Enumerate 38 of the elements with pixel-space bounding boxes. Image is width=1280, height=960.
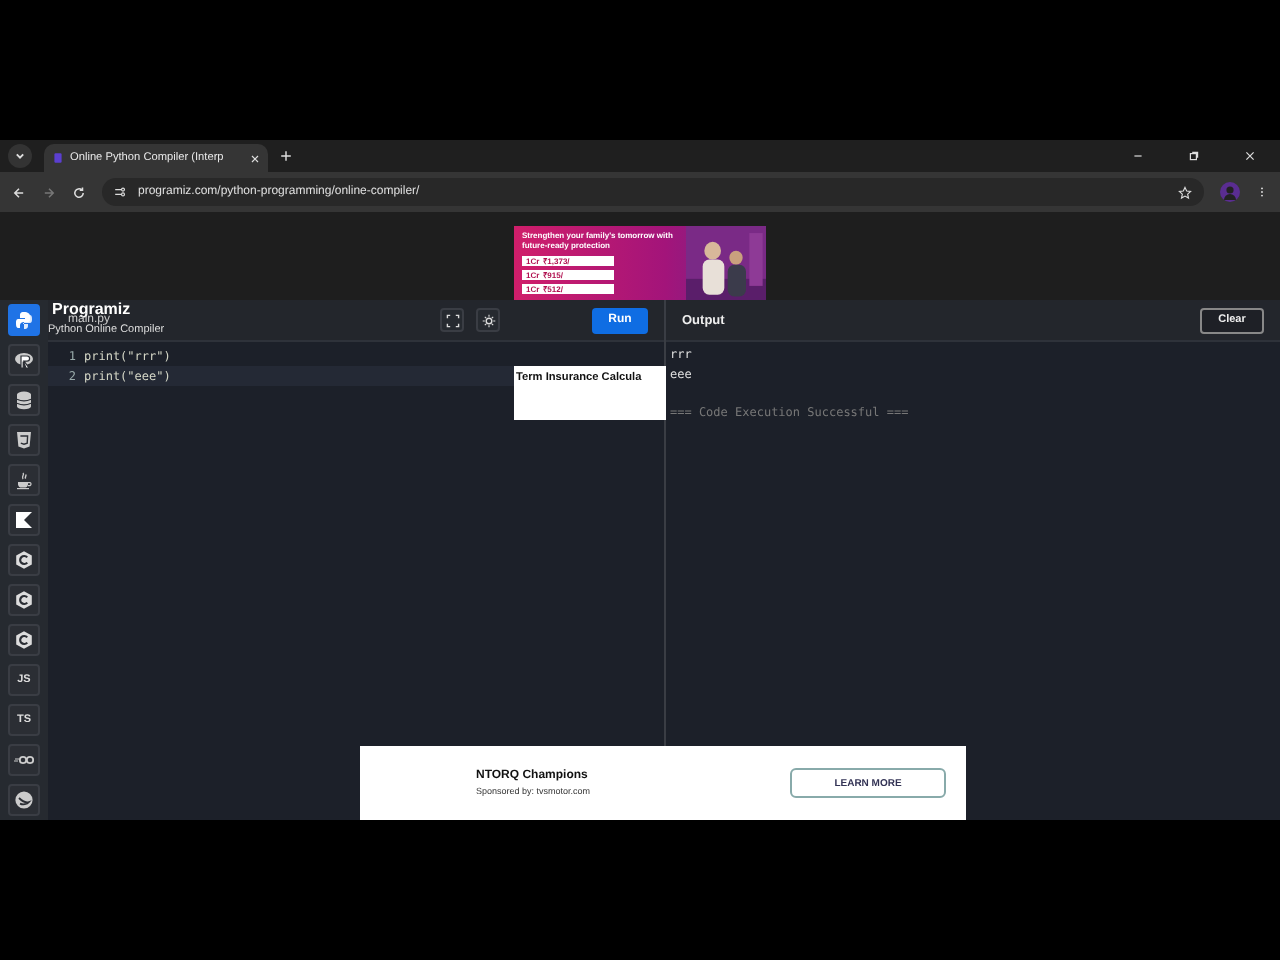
language-button[interactable] — [8, 344, 40, 376]
back-icon — [12, 185, 26, 199]
language-button[interactable] — [8, 384, 40, 416]
language-button[interactable] — [8, 544, 40, 576]
tab-search-button[interactable] — [8, 144, 32, 168]
language-button[interactable] — [8, 464, 40, 496]
database-icon — [14, 390, 34, 410]
shield-icon — [14, 430, 34, 450]
close-icon — [1244, 150, 1256, 162]
fullscreen-button[interactable] — [440, 308, 464, 332]
language-button[interactable] — [8, 504, 40, 536]
python-icon — [14, 310, 34, 330]
theme-toggle-button[interactable] — [476, 308, 500, 332]
coffee-cup-icon — [14, 470, 34, 490]
hexagon-c-icon — [14, 590, 34, 610]
sun-icon — [481, 313, 495, 327]
r-logo-icon — [14, 350, 34, 370]
forward-icon — [42, 185, 56, 199]
reload-icon — [72, 185, 86, 199]
hexagon-c-icon — [14, 630, 34, 650]
language-button[interactable] — [8, 424, 40, 456]
language-button[interactable] — [8, 744, 40, 776]
go-logo-icon — [14, 750, 34, 770]
language-button[interactable] — [8, 584, 40, 616]
chevron-down-icon — [12, 148, 28, 164]
new-tab-icon — [280, 150, 292, 162]
language-button[interactable] — [8, 624, 40, 656]
bird-logo-icon — [14, 790, 34, 810]
kotlin-logo-icon — [14, 510, 34, 530]
minimize-icon — [1132, 150, 1144, 162]
star-icon — [1178, 185, 1192, 199]
hexagon-c-icon — [14, 550, 34, 570]
language-button[interactable] — [8, 784, 40, 816]
site-info-icon — [114, 186, 126, 198]
restore-icon — [1188, 150, 1200, 162]
site-favicon — [52, 152, 64, 164]
fullscreen-icon — [445, 313, 459, 327]
close-icon — [250, 153, 260, 163]
